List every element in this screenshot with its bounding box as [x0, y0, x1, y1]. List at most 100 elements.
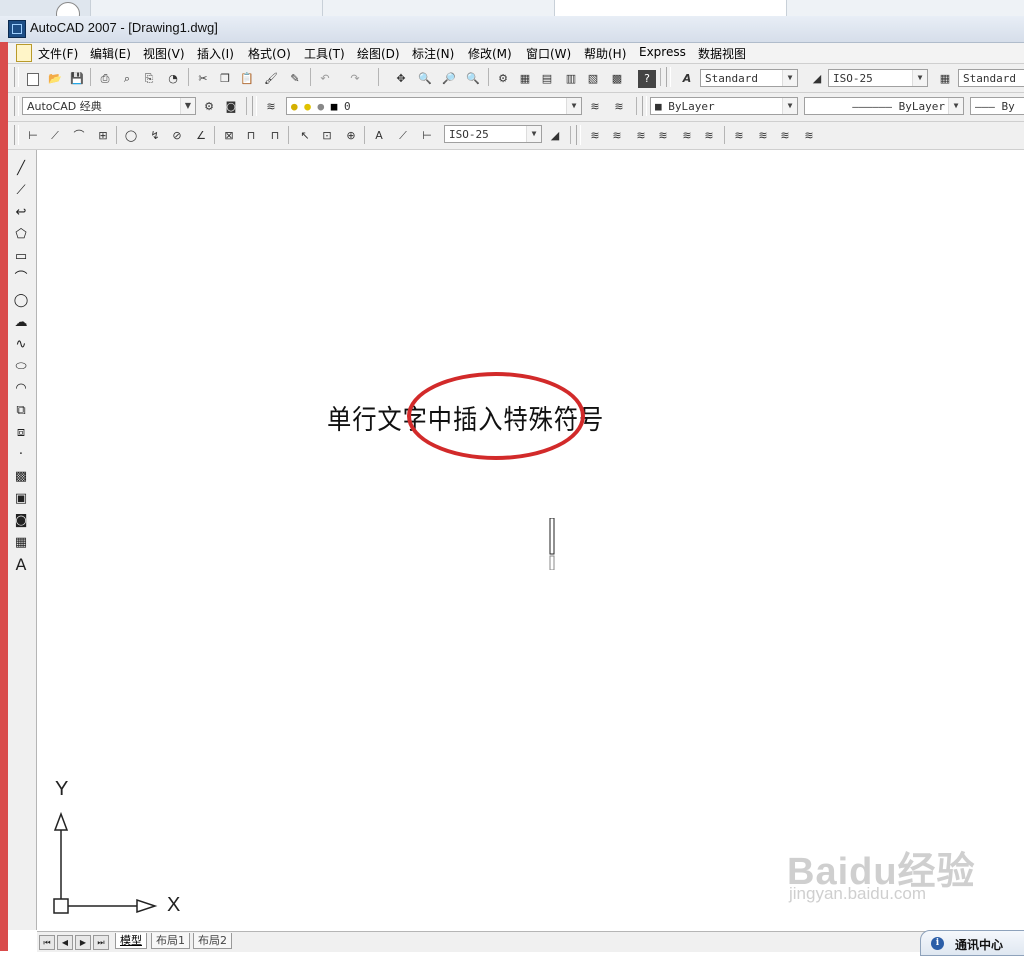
cut-icon[interactable]: ✂	[194, 70, 212, 88]
zoom-previous-icon[interactable]: 🔍	[464, 70, 482, 88]
dimension-text-edit-icon[interactable]: ⟋	[394, 127, 412, 145]
rectangle-icon[interactable]: ▭	[12, 248, 30, 266]
menu-tools[interactable]: 工具(T)	[304, 45, 345, 62]
chevron-down-icon[interactable]: ▼	[566, 98, 581, 114]
markup-set-icon[interactable]: ▧	[584, 70, 602, 88]
document-icon[interactable]	[16, 44, 32, 62]
arc-icon[interactable]: ⌒	[12, 270, 30, 288]
arc-length-icon[interactable]: ⌒	[70, 127, 88, 145]
layer-tool-icon[interactable]: ≋	[754, 127, 772, 145]
text-style-icon[interactable]: A	[678, 70, 696, 88]
ellipse-arc-icon[interactable]: ◠	[12, 380, 30, 398]
browser-tab[interactable]	[90, 0, 343, 16]
dimension-update-icon[interactable]: ⊢	[418, 127, 436, 145]
last-tab-icon[interactable]: ⏭	[93, 935, 109, 950]
workspace-select[interactable]: AutoCAD 经典 ▼	[22, 97, 196, 115]
layer-select[interactable]: ● ● ● ■ 0 ▼	[286, 97, 582, 115]
toolbar-grip[interactable]	[14, 96, 19, 116]
design-center-icon[interactable]: ▦	[516, 70, 534, 88]
toolbar-grip[interactable]	[14, 67, 19, 87]
lock-icon[interactable]: ●	[318, 100, 325, 113]
menu-view[interactable]: 视图(V)	[143, 45, 185, 62]
tab-model[interactable]: 模型	[115, 933, 147, 949]
autocad-app-icon[interactable]	[8, 20, 26, 38]
jogged-dimension-icon[interactable]: ↯	[146, 127, 164, 145]
toolbar-grip[interactable]	[666, 67, 671, 87]
point-icon[interactable]: ·	[12, 446, 30, 464]
paste-icon[interactable]: 📋	[238, 70, 256, 88]
chevron-down-icon[interactable]: ▼	[782, 98, 797, 114]
communication-center[interactable]: i 通讯中心	[920, 930, 1024, 956]
dimension-edit-icon[interactable]: A	[370, 127, 388, 145]
browser-back-icon[interactable]	[56, 2, 80, 16]
baseline-dimension-icon[interactable]: ⊓	[242, 127, 260, 145]
undo-icon[interactable]: ↶	[316, 70, 334, 88]
browser-tab-active[interactable]	[554, 0, 807, 16]
zoom-window-icon[interactable]: 🔎	[440, 70, 458, 88]
construction-line-icon[interactable]: ⟋	[12, 182, 30, 200]
layer-tool-icon[interactable]: ≋	[776, 127, 794, 145]
lineweight-select[interactable]: ――― By	[970, 97, 1024, 115]
ellipse-icon[interactable]: ⬭	[12, 358, 30, 376]
menu-draw[interactable]: 绘图(D)	[357, 45, 400, 62]
layer-tool-icon[interactable]: ≋	[730, 127, 748, 145]
layer-tool-icon[interactable]: ≋	[700, 127, 718, 145]
copy-icon[interactable]: ❐	[216, 70, 234, 88]
region-icon[interactable]: ◙	[12, 512, 30, 530]
quick-dimension-icon[interactable]: ⊠	[220, 127, 238, 145]
dim-style-icon[interactable]: ◢	[808, 70, 826, 88]
center-mark-icon[interactable]: ⊕	[342, 127, 360, 145]
line-icon[interactable]: ╱	[12, 160, 30, 178]
print-preview-icon[interactable]: ⌕	[118, 70, 136, 88]
chevron-down-icon[interactable]: ▼	[912, 70, 927, 86]
menu-data-view[interactable]: 数据视图	[698, 45, 746, 62]
gradient-icon[interactable]: ▣	[12, 490, 30, 508]
menu-edit[interactable]: 编辑(E)	[90, 45, 131, 62]
block-editor-icon[interactable]: ✎	[286, 70, 304, 88]
prev-tab-icon[interactable]: ◀	[57, 935, 73, 950]
tolerance-icon[interactable]: ⊡	[318, 127, 336, 145]
make-block-icon[interactable]: ⧈	[12, 424, 30, 442]
layer-tool-icon[interactable]: ≋	[632, 127, 650, 145]
toolbar-grip[interactable]	[252, 96, 257, 116]
menu-window[interactable]: 窗口(W)	[526, 45, 571, 62]
drawing-canvas[interactable]: 单行文字中插入特殊符号 Y X	[37, 150, 1024, 931]
revision-cloud-icon[interactable]: ☁	[12, 314, 30, 332]
dim-style-select[interactable]: ISO-25 ▼	[828, 69, 928, 87]
ordinate-dimension-icon[interactable]: ⊞	[94, 127, 112, 145]
linetype-select[interactable]: ―――――― ByLayer ▼	[804, 97, 964, 115]
chevron-down-icon[interactable]: ▼	[782, 70, 797, 86]
first-tab-icon[interactable]: ⏮	[39, 935, 55, 950]
browser-tab[interactable]	[322, 0, 575, 16]
toolbar-grip[interactable]	[642, 96, 647, 116]
quick-leader-icon[interactable]: ↖	[296, 127, 314, 145]
dimension-style-icon[interactable]: ◢	[546, 127, 564, 145]
properties-icon[interactable]: ⚙	[494, 70, 512, 88]
layer-tool-icon[interactable]: ≋	[654, 127, 672, 145]
make-current-layer-icon[interactable]: ≋	[586, 98, 604, 116]
publish-icon[interactable]: ⎘	[140, 70, 158, 88]
linear-dimension-icon[interactable]: ⊢	[24, 127, 42, 145]
circle-icon[interactable]: ◯	[12, 292, 30, 310]
calculator-icon[interactable]: ▩	[608, 70, 626, 88]
chevron-down-icon[interactable]: ▼	[526, 126, 541, 142]
polyline-icon[interactable]: ↩	[12, 204, 30, 222]
layer-tool-icon[interactable]: ≋	[608, 127, 626, 145]
redo-icon[interactable]: ↷	[346, 70, 364, 88]
menu-modify[interactable]: 修改(M)	[468, 45, 512, 62]
layer-tool-icon[interactable]: ≋	[586, 127, 604, 145]
text-style-select[interactable]: Standard ▼	[700, 69, 798, 87]
diameter-dimension-icon[interactable]: ⊘	[168, 127, 186, 145]
continue-dimension-icon[interactable]: ⊓	[266, 127, 284, 145]
color-select[interactable]: ■ ByLayer ▼	[650, 97, 798, 115]
chevron-down-icon[interactable]: ▼	[948, 98, 963, 114]
toolbar-grip[interactable]	[576, 125, 581, 145]
pan-icon[interactable]: ✥	[392, 70, 410, 88]
next-tab-icon[interactable]: ▶	[75, 935, 91, 950]
layer-manager-icon[interactable]: ≋	[262, 98, 280, 116]
layer-tool-icon[interactable]: ≋	[678, 127, 696, 145]
aligned-dimension-icon[interactable]: ⟋	[46, 127, 64, 145]
menu-help[interactable]: 帮助(H)	[584, 45, 626, 62]
match-properties-icon[interactable]: 🖌	[262, 70, 280, 88]
lightbulb-icon[interactable]: ●	[291, 100, 298, 113]
